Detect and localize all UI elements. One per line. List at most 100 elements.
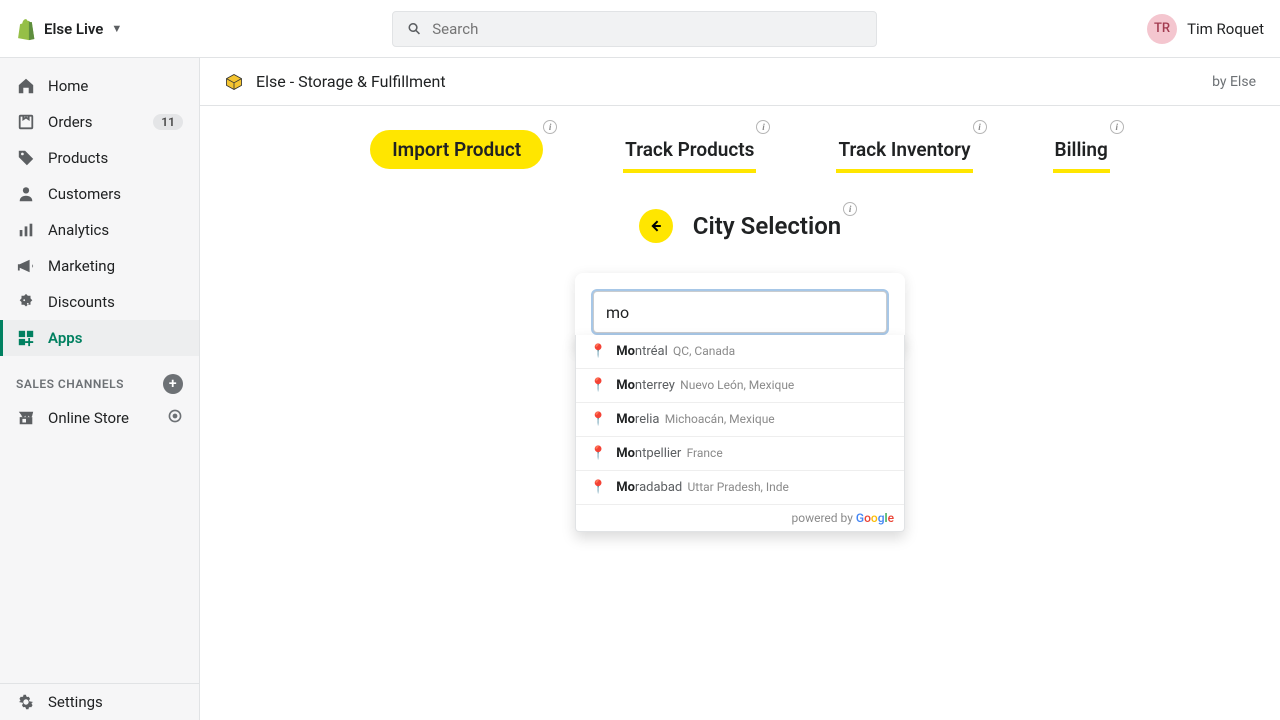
- tab-track-inventory[interactable]: Track Inventory i: [836, 130, 972, 169]
- tag-icon: [16, 148, 36, 168]
- sidebar-item-customers[interactable]: Customers: [0, 176, 199, 212]
- tab-billing[interactable]: Billing i: [1053, 130, 1110, 169]
- tab-label: Track Inventory: [838, 138, 970, 161]
- gear-icon: [16, 692, 36, 712]
- sidebar-item-apps[interactable]: Apps: [0, 320, 199, 356]
- info-icon[interactable]: i: [1110, 120, 1124, 134]
- powered-by-text: powered by: [792, 511, 853, 525]
- city-input[interactable]: [593, 291, 887, 333]
- pin-icon: 📍: [590, 480, 606, 495]
- sidebar-item-discounts[interactable]: Discounts: [0, 284, 199, 320]
- info-icon[interactable]: i: [543, 120, 557, 134]
- avatar: TR: [1147, 14, 1177, 44]
- suggestion-rest: nterrey: [635, 378, 675, 393]
- sidebar-item-label: Discounts: [48, 293, 115, 311]
- arrow-left-icon: [648, 218, 664, 234]
- back-button[interactable]: [639, 209, 673, 243]
- tab-label: Billing: [1055, 138, 1108, 161]
- view-store-icon[interactable]: [167, 408, 183, 428]
- tab-underline: [623, 169, 756, 173]
- powered-by: powered by Google: [576, 505, 904, 531]
- suggestion-meta: Michoacán, Mexique: [665, 412, 775, 426]
- suggestion-item[interactable]: 📍 Moradabad Uttar Pradesh, Inde: [576, 471, 904, 505]
- tab-track-products[interactable]: Track Products i: [623, 130, 756, 169]
- city-search-card: 📍 Montréal QC, Canada 📍 Monterrey Nuevo …: [575, 273, 905, 351]
- pin-icon: 📍: [590, 412, 606, 427]
- sales-channels-label: SALES CHANNELS: [16, 377, 124, 391]
- caret-down-icon: ▼: [111, 22, 122, 35]
- tab-import-product[interactable]: Import Product i: [370, 130, 543, 169]
- suggestion-item[interactable]: 📍 Morelia Michoacán, Mexique: [576, 403, 904, 437]
- orders-badge: 11: [153, 114, 183, 130]
- app-header: Else - Storage & Fulfillment by Else: [200, 58, 1280, 106]
- global-search[interactable]: [392, 11, 877, 47]
- user-name: Tim Roquet: [1187, 20, 1264, 38]
- suggestion-item[interactable]: 📍 Montréal QC, Canada: [576, 335, 904, 369]
- sidebar-item-settings[interactable]: Settings: [0, 683, 199, 720]
- app-icon: [224, 72, 244, 92]
- store-name: Else Live: [44, 20, 103, 38]
- sidebar-item-products[interactable]: Products: [0, 140, 199, 176]
- google-logo: Google: [856, 511, 894, 525]
- sidebar-item-label: Settings: [48, 693, 103, 711]
- account-menu[interactable]: TR Tim Roquet: [1147, 14, 1264, 44]
- sidebar-item-marketing[interactable]: Marketing: [0, 248, 199, 284]
- top-bar: Else Live ▼ TR Tim Roquet: [0, 0, 1280, 58]
- suggestion-meta: Nuevo León, Mexique: [680, 378, 794, 392]
- megaphone-icon: [16, 256, 36, 276]
- suggestion-meta: Uttar Pradesh, Inde: [687, 480, 788, 494]
- sidebar: Home Orders 11 Products Customers Analyt…: [0, 58, 200, 720]
- suggestion-bold: Mo: [616, 344, 635, 359]
- sidebar-item-label: Products: [48, 149, 108, 167]
- suggestion-item[interactable]: 📍 Montpellier France: [576, 437, 904, 471]
- pin-icon: 📍: [590, 344, 606, 359]
- app-by-line: by Else: [1212, 74, 1256, 90]
- info-icon[interactable]: i: [756, 120, 770, 134]
- suggestion-rest: relia: [635, 412, 660, 427]
- discount-icon: [16, 292, 36, 312]
- suggestion-bold: Mo: [616, 412, 635, 427]
- person-icon: [16, 184, 36, 204]
- suggestion-bold: Mo: [616, 446, 635, 461]
- tab-underline: [1053, 169, 1110, 173]
- pin-icon: 📍: [590, 446, 606, 461]
- search-container: [122, 11, 1147, 47]
- suggestion-item[interactable]: 📍 Monterrey Nuevo León, Mexique: [576, 369, 904, 403]
- tab-label: Track Products: [625, 138, 754, 161]
- info-icon[interactable]: i: [843, 202, 857, 216]
- suggestion-meta: QC, Canada: [673, 344, 735, 358]
- sales-channels-header: SALES CHANNELS +: [0, 356, 199, 400]
- sidebar-item-online-store[interactable]: Online Store: [0, 400, 199, 436]
- suggestion-bold: Mo: [616, 480, 635, 495]
- sidebar-item-home[interactable]: Home: [0, 68, 199, 104]
- apps-icon: [16, 328, 36, 348]
- sidebar-item-label: Online Store: [48, 409, 129, 427]
- shopify-logo-icon: [16, 17, 36, 41]
- sidebar-item-label: Home: [48, 77, 88, 95]
- suggestion-rest: radabad: [635, 480, 682, 495]
- section-title: City Selection i: [693, 212, 841, 240]
- suggestion-bold: Mo: [616, 378, 635, 393]
- app-tabs: Import Product i Track Products i Track …: [200, 130, 1280, 169]
- search-input[interactable]: [432, 20, 862, 38]
- sidebar-item-analytics[interactable]: Analytics: [0, 212, 199, 248]
- store-switcher[interactable]: Else Live ▼: [16, 17, 122, 41]
- main-content: Else - Storage & Fulfillment by Else Imp…: [200, 58, 1280, 720]
- store-icon: [16, 408, 36, 428]
- sidebar-item-label: Marketing: [48, 257, 115, 275]
- add-channel-button[interactable]: +: [163, 374, 183, 394]
- section-header: City Selection i: [200, 209, 1280, 243]
- tab-underline: [836, 169, 972, 173]
- suggestion-meta: France: [687, 446, 723, 460]
- suggestion-rest: ntréal: [635, 344, 668, 359]
- info-icon[interactable]: i: [973, 120, 987, 134]
- sidebar-item-label: Customers: [48, 185, 121, 203]
- sidebar-item-label: Analytics: [48, 221, 109, 239]
- pin-icon: 📍: [590, 378, 606, 393]
- sidebar-item-label: Orders: [48, 113, 93, 131]
- tab-label: Import Product: [392, 138, 521, 161]
- section-title-text: City Selection: [693, 212, 841, 240]
- sidebar-item-orders[interactable]: Orders 11: [0, 104, 199, 140]
- sidebar-item-label: Apps: [48, 329, 82, 347]
- analytics-icon: [16, 220, 36, 240]
